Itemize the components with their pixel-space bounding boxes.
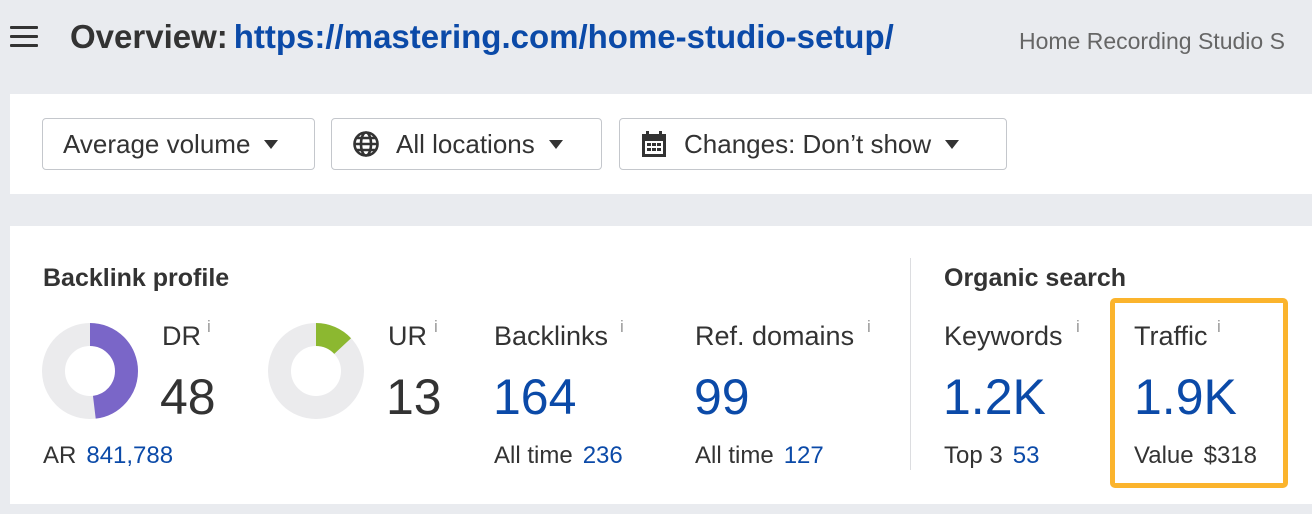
ur-value: 13 xyxy=(386,369,442,425)
volume-dropdown[interactable]: Average volume xyxy=(42,118,315,170)
globe-icon xyxy=(352,130,380,158)
caret-down-icon xyxy=(264,139,279,149)
keywords-top3-value[interactable]: 53 xyxy=(1013,442,1040,469)
metrics-panel: Backlink profile DR i 48 AR 841,788 UR i … xyxy=(10,226,1312,504)
ref-domains-label: Ref. domains xyxy=(695,321,855,351)
ref-domains-info-icon[interactable]: i xyxy=(867,317,871,337)
traffic-value[interactable]: 1.9K xyxy=(1134,368,1237,426)
caret-down-icon xyxy=(945,139,960,149)
keywords-value[interactable]: 1.2K xyxy=(943,368,1046,426)
traffic-value-amount: $318 xyxy=(1203,442,1257,469)
locations-dropdown[interactable]: All locations xyxy=(331,118,602,170)
ref-domains-value[interactable]: 99 xyxy=(694,368,750,426)
traffic-value-label: Value xyxy=(1134,442,1194,469)
backlinks-alltime-row: All time 236 xyxy=(494,442,623,470)
changes-dropdown-label: Changes: Don’t show xyxy=(684,128,932,159)
keywords-top3-label: Top 3 xyxy=(944,442,1003,469)
keywords-info-icon[interactable]: i xyxy=(1076,317,1080,337)
calendar-icon xyxy=(640,130,668,158)
backlinks-alltime-value[interactable]: 236 xyxy=(583,442,623,469)
caret-down-icon xyxy=(548,139,563,149)
backlinks-info-icon[interactable]: i xyxy=(620,317,624,337)
ref-domains-alltime-value[interactable]: 127 xyxy=(784,442,824,469)
keywords-top3-row: Top 3 53 xyxy=(944,442,1039,470)
title-prefix: Overview: xyxy=(70,18,228,55)
hamburger-menu-icon[interactable] xyxy=(10,26,38,48)
page-title: Overview: https://mastering.com/home-stud… xyxy=(70,18,894,56)
locations-dropdown-label: All locations xyxy=(396,128,535,159)
dr-value: 48 xyxy=(160,369,216,425)
traffic-label: Traffic xyxy=(1134,321,1208,351)
traffic-value-row: Value $318 xyxy=(1134,442,1257,470)
backlink-profile-title: Backlink profile xyxy=(43,264,230,292)
volume-dropdown-label: Average volume xyxy=(63,128,251,159)
backlinks-value[interactable]: 164 xyxy=(493,368,576,426)
ur-label: UR xyxy=(388,321,427,351)
section-divider xyxy=(910,258,911,470)
dr-label: DR xyxy=(162,321,201,351)
dr-info-icon[interactable]: i xyxy=(207,317,211,337)
ref-domains-alltime-label: All time xyxy=(695,442,774,469)
backlinks-label: Backlinks xyxy=(494,321,609,351)
ur-info-icon[interactable]: i xyxy=(434,317,438,337)
ar-row: AR 841,788 xyxy=(43,442,173,470)
changes-dropdown[interactable]: Changes: Don’t show xyxy=(619,118,1007,170)
top-bar: Overview: https://mastering.com/home-stud… xyxy=(0,0,1312,78)
page-name: Home Recording Studio S xyxy=(1019,28,1285,54)
dr-gauge xyxy=(42,323,138,419)
backlinks-alltime-label: All time xyxy=(494,442,573,469)
traffic-info-icon[interactable]: i xyxy=(1217,317,1221,337)
organic-search-title: Organic search xyxy=(944,264,1127,292)
ref-domains-alltime-row: All time 127 xyxy=(695,442,824,470)
target-url-link[interactable]: https://mastering.com/home-studio-setup/ xyxy=(234,18,894,55)
ar-label: AR xyxy=(43,442,77,469)
filter-bar: Average volume All locations Changes: Do… xyxy=(10,94,1312,194)
ar-value[interactable]: 841,788 xyxy=(86,442,173,469)
ur-gauge xyxy=(268,323,364,419)
keywords-label: Keywords xyxy=(944,321,1063,351)
